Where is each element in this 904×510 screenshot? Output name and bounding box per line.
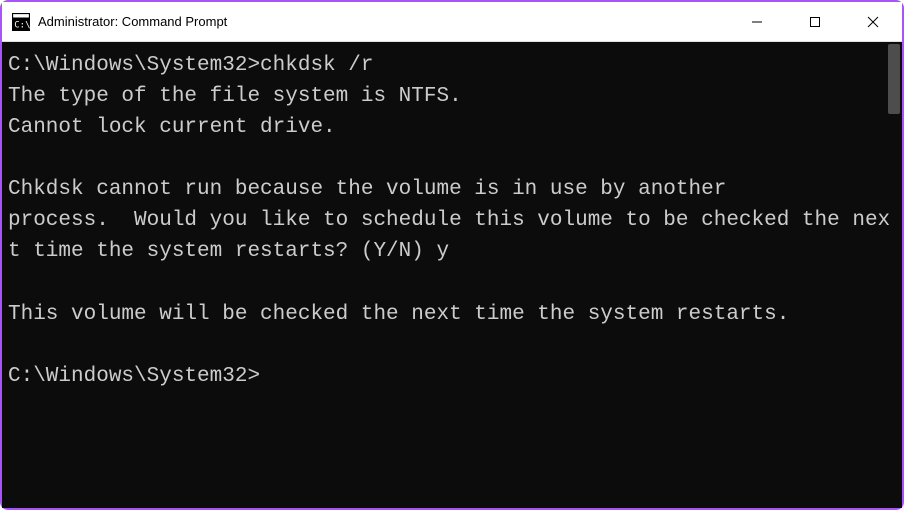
window-controls — [728, 2, 902, 41]
prompt-line: C:\Windows\System32>chkdsk /r — [8, 50, 896, 81]
scrollbar-thumb[interactable] — [888, 44, 900, 114]
output-line: The type of the file system is NTFS. — [8, 81, 896, 112]
terminal-area[interactable]: C:\Windows\System32>chkdsk /r The type o… — [2, 42, 902, 508]
output-line: Chkdsk cannot run because the volume is … — [8, 174, 896, 205]
close-button[interactable] — [844, 2, 902, 41]
minimize-button[interactable] — [728, 2, 786, 41]
output-line: Cannot lock current drive. — [8, 112, 896, 143]
output-blank — [8, 330, 896, 361]
svg-text:C:\: C:\ — [14, 20, 30, 30]
cmd-icon: C:\ — [12, 13, 30, 31]
output-line: process. Would you like to schedule this… — [8, 205, 896, 267]
prompt-path: C:\Windows\System32> — [8, 361, 896, 392]
output-blank — [8, 268, 896, 299]
command-text: chkdsk /r — [260, 50, 373, 81]
output-blank — [8, 143, 896, 174]
maximize-button[interactable] — [786, 2, 844, 41]
prompt-path: C:\Windows\System32> — [8, 50, 260, 81]
titlebar: C:\ Administrator: Command Prompt — [2, 2, 902, 42]
output-line: This volume will be checked the next tim… — [8, 299, 896, 330]
window-title: Administrator: Command Prompt — [38, 14, 728, 29]
